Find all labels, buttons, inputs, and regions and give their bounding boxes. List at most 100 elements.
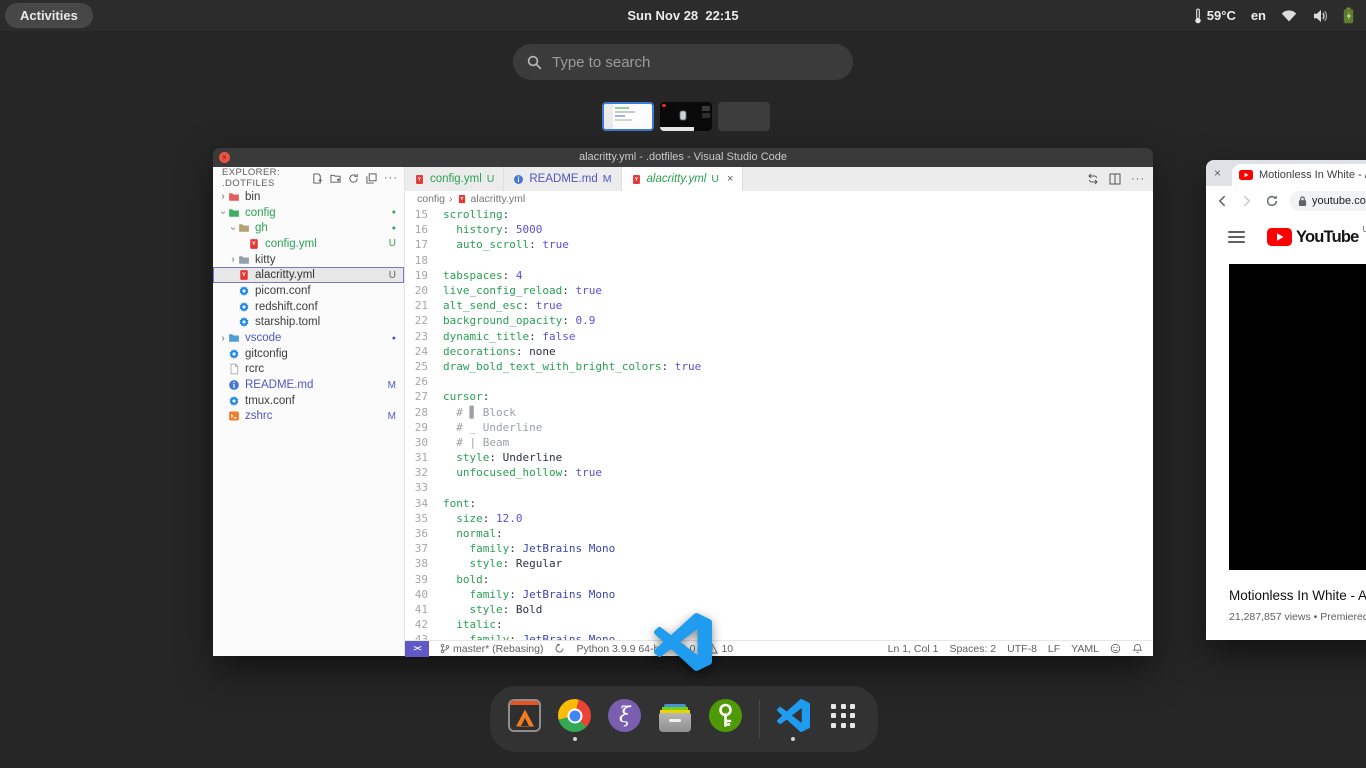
tab-close-icon[interactable]: × — [1214, 166, 1221, 180]
status-right-text-2[interactable]: UTF-8 — [1007, 643, 1037, 655]
tree-item-config-yml[interactable]: config.ymlU — [213, 236, 404, 252]
tree-item-label: config.yml — [265, 238, 389, 250]
collapse-folders-icon[interactable] — [366, 173, 377, 184]
tree-item-rcrc[interactable]: rcrc — [213, 362, 404, 378]
dock-app-chrome[interactable] — [556, 690, 593, 748]
line-content: dynamic_title: false — [443, 330, 575, 343]
status-right-feedback-5[interactable] — [1110, 643, 1121, 654]
tree-item-alacritty-yml[interactable]: alacritty.ymlU — [213, 267, 404, 283]
wifi-icon[interactable] — [1281, 10, 1297, 22]
chrome-toolbar: youtube.com/wa — [1206, 186, 1366, 216]
video-player[interactable] — [1229, 264, 1366, 570]
workspace-thumbnail-2[interactable] — [660, 102, 712, 131]
remote-indicator[interactable]: >< — [405, 641, 429, 657]
breadcrumb[interactable]: config › alacritty.yml — [405, 191, 1153, 207]
tree-item-label: gitconfig — [245, 348, 404, 360]
tree-item-bin[interactable]: ›bin — [213, 189, 404, 205]
more-actions-icon[interactable]: ··· — [384, 172, 398, 184]
line-content: scrolling: — [443, 208, 509, 221]
line-number: 15 — [405, 208, 443, 221]
tree-item-gitconfig[interactable]: gitconfig — [213, 346, 404, 362]
vscode-titlebar[interactable]: × alacritty.yml - .dotfiles - Visual Stu… — [213, 148, 1153, 167]
ws2-mini-thumb — [702, 113, 710, 118]
new-folder-icon[interactable] — [330, 173, 341, 184]
code-line-40: 40 family: JetBrains Mono — [405, 587, 1153, 602]
status-right-text-0[interactable]: Ln 1, Col 1 — [888, 643, 939, 655]
tree-item-zshrc[interactable]: zshrcM — [213, 409, 404, 425]
dock-app-emacs[interactable]: ξ — [606, 690, 643, 748]
dock-app-keepass[interactable] — [707, 690, 744, 748]
chrome-active-tab[interactable]: Motionless In White - / — [1232, 164, 1366, 186]
tree-item-label: tmux.conf — [245, 395, 404, 407]
line-content: normal: — [443, 527, 503, 540]
youtube-logo[interactable]: YouTube UA — [1267, 228, 1366, 246]
tree-item-redshift-conf[interactable]: redshift.conf — [213, 299, 404, 315]
status-right-text-4[interactable]: YAML — [1071, 643, 1099, 655]
code-line-16: 16 history: 5000 — [405, 222, 1153, 237]
window-close-button[interactable]: × — [219, 152, 230, 163]
video-meta: 21,287,857 views • Premiered Dec — [1229, 611, 1366, 623]
search-input[interactable]: Type to search — [513, 44, 853, 80]
line-number: 35 — [405, 512, 443, 525]
breadcrumb-folder[interactable]: config — [417, 193, 445, 205]
tree-item-vscode[interactable]: ›vscode● — [213, 330, 404, 346]
back-button[interactable] — [1215, 194, 1229, 208]
dock-app-vscode[interactable] — [775, 690, 812, 748]
dock-app-files[interactable] — [656, 690, 693, 748]
clock[interactable]: Sun Nov 28 22:15 — [0, 0, 1366, 31]
tree-item-gh[interactable]: ›gh● — [213, 220, 404, 236]
refresh-icon[interactable] — [348, 173, 359, 184]
volume-icon[interactable] — [1312, 9, 1328, 23]
tab-close-icon[interactable]: × — [727, 173, 733, 185]
code-line-37: 37 family: JetBrains Mono — [405, 541, 1153, 556]
tree-item-tmux-conf[interactable]: tmux.conf — [213, 393, 404, 409]
code-line-34: 34font: — [405, 496, 1153, 511]
battery-icon[interactable] — [1343, 7, 1354, 24]
tree-item-picom-conf[interactable]: picom.conf — [213, 283, 404, 299]
temperature-indicator[interactable]: 59°C — [1194, 8, 1236, 24]
menu-icon[interactable] — [1228, 231, 1245, 242]
status-left-branch-1[interactable]: master* (Rebasing) — [440, 643, 543, 655]
more-editor-actions-icon[interactable]: ··· — [1131, 173, 1145, 185]
address-bar[interactable]: youtube.com/wa — [1290, 191, 1366, 211]
system-status-area[interactable]: 59°C en — [1194, 0, 1354, 31]
temperature-value: 59°C — [1207, 8, 1236, 23]
vscode-icon — [775, 698, 811, 734]
tab-readme-md[interactable]: README.mdM — [504, 167, 621, 191]
vscode-window[interactable]: × alacritty.yml - .dotfiles - Visual Stu… — [213, 148, 1153, 656]
code-line-21: 21alt_send_esc: true — [405, 298, 1153, 313]
status-left-text-3[interactable]: Python 3.9.9 64-bit — [576, 643, 664, 655]
code-line-22: 22background_opacity: 0.9 — [405, 313, 1153, 328]
status-right-text-3[interactable]: LF — [1048, 643, 1060, 655]
status-right-text-1[interactable]: Spaces: 2 — [949, 643, 996, 655]
code-line-41: 41 style: Bold — [405, 602, 1153, 617]
forward-button[interactable] — [1240, 194, 1254, 208]
tree-item-kitty[interactable]: ›kitty — [213, 252, 404, 268]
info-icon — [513, 174, 524, 185]
dock-app-alacritty[interactable] — [506, 690, 543, 748]
keyboard-layout-indicator[interactable]: en — [1251, 8, 1266, 23]
reload-button[interactable] — [1265, 194, 1279, 208]
status-right-bell-6[interactable] — [1132, 643, 1143, 654]
workspace-thumbnail-3[interactable] — [718, 102, 770, 131]
open-changes-icon[interactable] — [1087, 173, 1099, 185]
tab-config-yml[interactable]: config.ymlU — [405, 167, 504, 191]
split-editor-icon[interactable] — [1109, 173, 1121, 185]
status-left-remote-0[interactable]: >< — [405, 641, 429, 657]
line-content: cursor: — [443, 390, 489, 403]
line-content: decorations: none — [443, 345, 556, 358]
git-status-badge: U — [389, 270, 396, 281]
url-text: youtube.com/wa — [1312, 195, 1366, 207]
new-file-icon[interactable] — [312, 173, 323, 184]
tree-item-config[interactable]: ›config● — [213, 205, 404, 221]
tree-item-starship-toml[interactable]: starship.toml — [213, 315, 404, 331]
tab-alacritty-yml[interactable]: alacritty.ymlU× — [622, 167, 744, 191]
code-editor[interactable]: 15scrolling:16 history: 500017 auto_scro… — [405, 207, 1153, 640]
dock-app-appgrid[interactable] — [825, 690, 862, 748]
workspace-thumbnail-1[interactable] — [602, 102, 654, 131]
status-left-sync-2[interactable] — [554, 643, 565, 654]
tree-item-readme-md[interactable]: README.mdM — [213, 377, 404, 393]
lock-icon — [1298, 195, 1307, 207]
chrome-window[interactable]: × Motionless In White - / youtube.com/wa… — [1206, 160, 1366, 640]
breadcrumb-file[interactable]: alacritty.yml — [471, 193, 526, 205]
